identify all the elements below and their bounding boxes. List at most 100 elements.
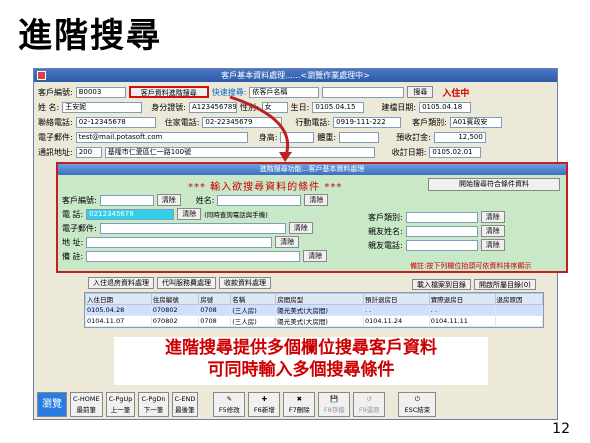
col-header[interactable]: 退房原因 [494,293,543,305]
clear-button[interactable]: 清除 [304,194,329,206]
type-field[interactable]: A01賓政安 [449,116,502,128]
clear-button[interactable]: 清除 [480,211,505,223]
dlg-cust-no-label: 客戶編號: [62,195,97,205]
stay-history-table[interactable]: 入住日期 住房編號 房號 名稱 房間房型 預計退房日 實際退房日 退房原因 01… [84,292,544,328]
col-header[interactable]: 實際退房日 [428,293,496,305]
height-field[interactable] [280,131,315,143]
new-button[interactable]: ✚ F6新增 [248,391,281,417]
dlg-note-input[interactable] [86,250,301,262]
mobile-field[interactable]: 0919-111-222 [333,116,402,128]
clear-button[interactable]: 清除 [303,250,328,262]
app-icon [37,71,46,80]
birth-field[interactable]: 0105.04.15 [312,101,365,113]
email-field[interactable]: test@mail.potasoft.com [75,131,248,143]
dlg-address-input[interactable] [86,236,273,248]
window-title-bar: 客戶基本資料處理......<瀏覽作業處理中> [34,69,557,82]
save-button[interactable]: 💾 F8存檔 [318,391,351,417]
dlg-phone-hint: (同時查詢電話與手機) [204,211,268,219]
table-cell [494,315,543,327]
clear-button[interactable]: 清除 [480,239,505,251]
email-label: 電子郵件: [38,132,73,142]
dlg-cust-no-input[interactable] [99,194,154,206]
dlg-email-input[interactable] [99,222,286,234]
quick-search-input[interactable] [322,86,405,98]
deposit-label: 預收訂金: [396,132,431,142]
table-cell: 0708 [198,315,232,327]
cust-no-label: 客戶編號: [38,87,73,97]
col-header[interactable]: 入住日期 [85,293,152,305]
phone-label: 聯絡電話: [38,117,73,127]
table-cell: . . [362,304,430,316]
col-header[interactable]: 預計退房日 [362,293,430,305]
dlg-type-select[interactable] [405,211,478,223]
dialog-footer-note: 備註:按下列欄位抬頭可依資料排序顯示 [410,262,532,270]
clear-button[interactable]: 清除 [288,222,313,234]
collect-field[interactable]: 0105.02.01 [429,146,482,158]
clear-button[interactable]: 清除 [177,208,202,220]
exit-button[interactable]: ⏻ ESC結束 [398,391,437,417]
id-label: 身分證號: [151,102,186,112]
dlg-relative-phone-label: 親友電話: [368,240,403,250]
id-field[interactable]: A123456789 [188,101,237,113]
created-field[interactable]: 0105.04.18 [419,101,472,113]
tab-checkin[interactable]: 入住退房資料處理 [88,277,154,289]
cust-no-field[interactable]: B0003 [75,86,126,98]
clear-button[interactable]: 清除 [275,236,300,248]
table-cell [494,304,543,316]
tab-payment[interactable]: 收款資料處理 [219,277,271,289]
table-cell: 陽光美式(大房間) [275,304,364,316]
dlg-relative-name-label: 親友姓名: [368,226,403,236]
address-field[interactable]: 基隆市仁愛區仁一路100號 [104,146,375,158]
col-header[interactable]: 房間房型 [275,293,364,305]
dlg-phone-input[interactable]: 0212345678 [86,208,175,220]
advanced-search-dialog: 進階搜尋功能...客戶基本資料處理 *** 輸入欲搜尋資料的條件 *** 開始搜… [56,162,568,273]
name-field[interactable]: 王安妮 [62,101,143,113]
gender-select[interactable]: 女 [261,101,288,113]
function-key-bar: 瀏覽 C-HOME 最前筆 C-PgUp 上一筆 C-PgDn 下一筆 C-END 最後… [35,390,555,418]
advanced-search-button[interactable]: 客戶資料進階搜尋 [128,86,209,98]
table-cell: 陽光美式(大房間) [275,315,364,327]
edit-button[interactable]: ✎ F5修改 [213,391,246,417]
table-cell: 0105.04.28 [85,304,152,316]
col-header[interactable]: 名稱 [230,293,277,305]
dlg-relative-name-input[interactable] [405,225,478,237]
weight-field[interactable] [339,131,380,143]
quick-search-label: 快速搜尋: [211,87,247,97]
table-row[interactable]: 0105.04.28 070802 0708 (三人房) 陽光美式(大房間) .… [85,304,543,316]
callout-text: 進階搜尋提供多個欄位搜尋客戶資料 可同時輸入多個搜尋條件 [114,337,488,385]
col-header[interactable]: 住房編號 [150,293,200,305]
dlg-name-input[interactable] [217,194,302,206]
clear-button[interactable]: 清除 [156,194,181,206]
prev-record-button[interactable]: C-PgUp 上一筆 [105,391,136,417]
clear-button[interactable]: 清除 [480,225,505,237]
table-cell: (三人房) [230,315,277,327]
next-record-button[interactable]: C-PgDn 下一筆 [138,391,169,417]
dialog-heading: *** 輸入欲搜尋資料的條件 *** [188,182,343,193]
start-search-button[interactable]: 開始搜尋符合條件資料 [428,177,560,191]
open-folder-button[interactable]: 開啟所屬目錄(0) [474,279,536,290]
home-phone-field[interactable]: 02-22345679 [202,116,283,128]
tab-service-fee[interactable]: 代叫服務費處理 [157,277,216,289]
dlg-relative-phone-input[interactable] [405,239,478,251]
quick-search-select[interactable]: 依客戶名稱 [249,86,320,98]
search-button[interactable]: 搜尋 [407,86,434,98]
deposit-field[interactable]: 12,500 [433,131,486,143]
zip-field[interactable]: 200 [75,146,102,158]
table-row[interactable]: 0104.11.07 070802 0708 (三人房) 陽光美式(大房間) 0… [85,315,543,327]
callout-line-2: 可同時輸入多個搜尋條件 [207,360,395,380]
delete-button[interactable]: ✖ F7刪除 [283,391,316,417]
col-header[interactable]: 房號 [198,293,232,305]
table-cell: (三人房) [230,304,277,316]
first-record-button[interactable]: C-HOME 最前筆 [70,391,103,417]
load-file-button[interactable]: 載入檔案到目錄 [412,279,471,290]
dlg-name-label: 姓名: [195,195,215,205]
browse-button[interactable]: 瀏覽 [37,391,67,417]
weight-label: 體重: [317,132,337,142]
phone-field[interactable]: 02-12345678 [75,116,156,128]
table-cell: 0104.11.11 [428,315,496,327]
table-cell: 0104.11.24 [362,315,430,327]
last-record-button[interactable]: C-END 最後筆 [171,391,199,417]
gender-label: 性別: [239,102,259,112]
table-cell: 070802 [150,315,200,327]
restore-button[interactable]: ↺ F9還原 [353,391,386,417]
